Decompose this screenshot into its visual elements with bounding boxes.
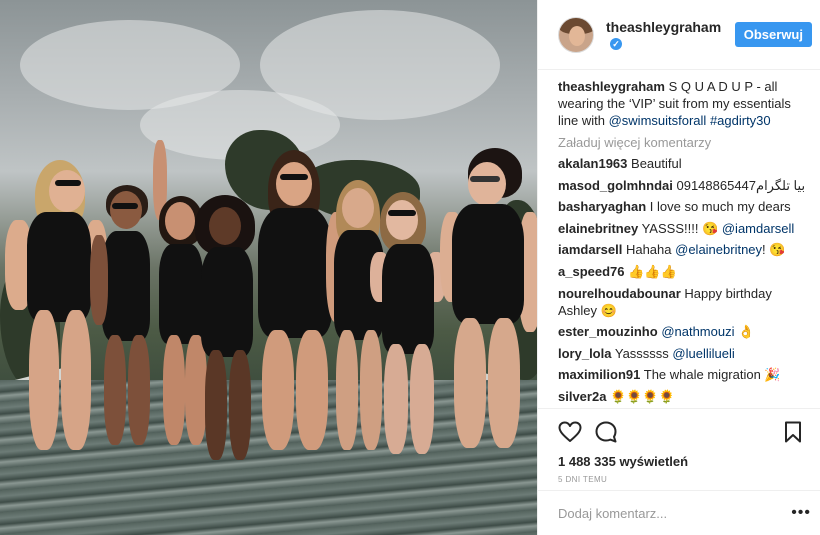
comment: akalan1963 Beautiful	[558, 155, 804, 172]
comment-username[interactable]: silver2a	[558, 389, 606, 404]
author-username[interactable]: theashleygraham✓	[606, 19, 735, 51]
caption-hashtag[interactable]: #agdirty30	[710, 113, 771, 128]
comment-text: Beautiful	[631, 156, 682, 171]
post-media-video[interactable]	[0, 0, 537, 535]
comment-username[interactable]: masod_golmhndai	[558, 178, 673, 193]
comment: basharyaghan I love so much my dears	[558, 198, 804, 215]
comments-list: theashleygraham S Q U A D U P - all wear…	[538, 70, 820, 410]
avatar[interactable]	[558, 16, 594, 53]
comment: maximilion91 The whale migration 🎉	[558, 366, 804, 383]
comment-username[interactable]: iamdarsell	[558, 242, 622, 257]
comment-mention[interactable]: @iamdarsell	[722, 221, 794, 236]
comment-mention[interactable]: @luellilueli	[672, 346, 734, 361]
comment-text: YASSS!!!! 😘	[641, 220, 719, 236]
comment-suffix: 👌	[734, 324, 755, 340]
verified-badge-icon: ✓	[610, 37, 622, 50]
comment-text: Hahaha	[625, 242, 672, 258]
load-more-comments-link[interactable]: Załaduj więcej komentarzy	[558, 135, 804, 150]
comment-username[interactable]: akalan1963	[558, 156, 627, 171]
post-sidebar: theashleygraham✓ Obserwuj theashleygraha…	[537, 0, 820, 535]
comment-icon[interactable]	[594, 420, 618, 444]
comment-username[interactable]: elainebritney	[558, 221, 638, 236]
comment-username[interactable]: maximilion91	[558, 367, 640, 382]
view-count[interactable]: 1 488 335 wyświetleń	[558, 454, 805, 469]
caption-username[interactable]: theashleygraham	[558, 79, 665, 94]
comment: lory_lola Yassssss @luellilueli	[558, 345, 804, 362]
comment: a_speed76 👍👍👍	[558, 263, 804, 280]
comment-mention[interactable]: @elainebritney	[675, 242, 762, 257]
post-actions: 1 488 335 wyświetleń 5 DNI TEMU	[538, 408, 820, 484]
comment-username[interactable]: basharyaghan	[558, 199, 646, 214]
comment-suffix: ! 😘	[762, 242, 786, 258]
comment-username[interactable]: nourelhoudabounar	[558, 286, 681, 301]
action-icons	[558, 419, 805, 445]
follow-button[interactable]: Obserwuj	[734, 22, 812, 47]
comment-text: 09148865447بیا تلگرام	[676, 177, 806, 193]
post-timestamp[interactable]: 5 DNI TEMU	[558, 475, 805, 484]
comment-username[interactable]: ester_mouzinho	[558, 324, 658, 339]
comment-mention[interactable]: @nathmouzi	[661, 324, 734, 339]
comment: elainebritney YASSS!!!! 😘 @iamdarsell	[558, 220, 804, 237]
comment: iamdarsell Hahaha @elainebritney! 😘	[558, 241, 804, 258]
add-comment-bar: •••	[538, 490, 820, 535]
bookmark-icon[interactable]	[781, 420, 805, 444]
comment: ester_mouzinho @nathmouzi 👌	[558, 323, 804, 340]
comment-text: I love so much my dears	[649, 199, 791, 215]
more-options-icon[interactable]: •••	[791, 504, 811, 522]
post-caption: theashleygraham S Q U A D U P - all wear…	[558, 78, 804, 129]
comment-username[interactable]: a_speed76	[558, 264, 625, 279]
comment: masod_golmhndai 09148865447بیا تلگرام	[558, 177, 806, 194]
heart-icon[interactable]	[558, 420, 582, 444]
caption-mention[interactable]: @swimsuitsforall	[609, 113, 707, 128]
comment-username[interactable]: lory_lola	[558, 346, 611, 361]
comment: nourelhoudabounar Happy birthday Ashley …	[558, 285, 804, 319]
comment-text: 👍👍👍	[628, 263, 677, 279]
comment-text: 🌻🌻🌻🌻	[610, 388, 675, 404]
comment-text: Yassssss	[614, 345, 669, 361]
comment: silver2a 🌻🌻🌻🌻	[558, 388, 804, 405]
comment-text: The whale migration 🎉	[643, 367, 781, 383]
comment-input[interactable]	[558, 505, 792, 521]
post-header: theashleygraham✓ Obserwuj	[538, 0, 820, 70]
